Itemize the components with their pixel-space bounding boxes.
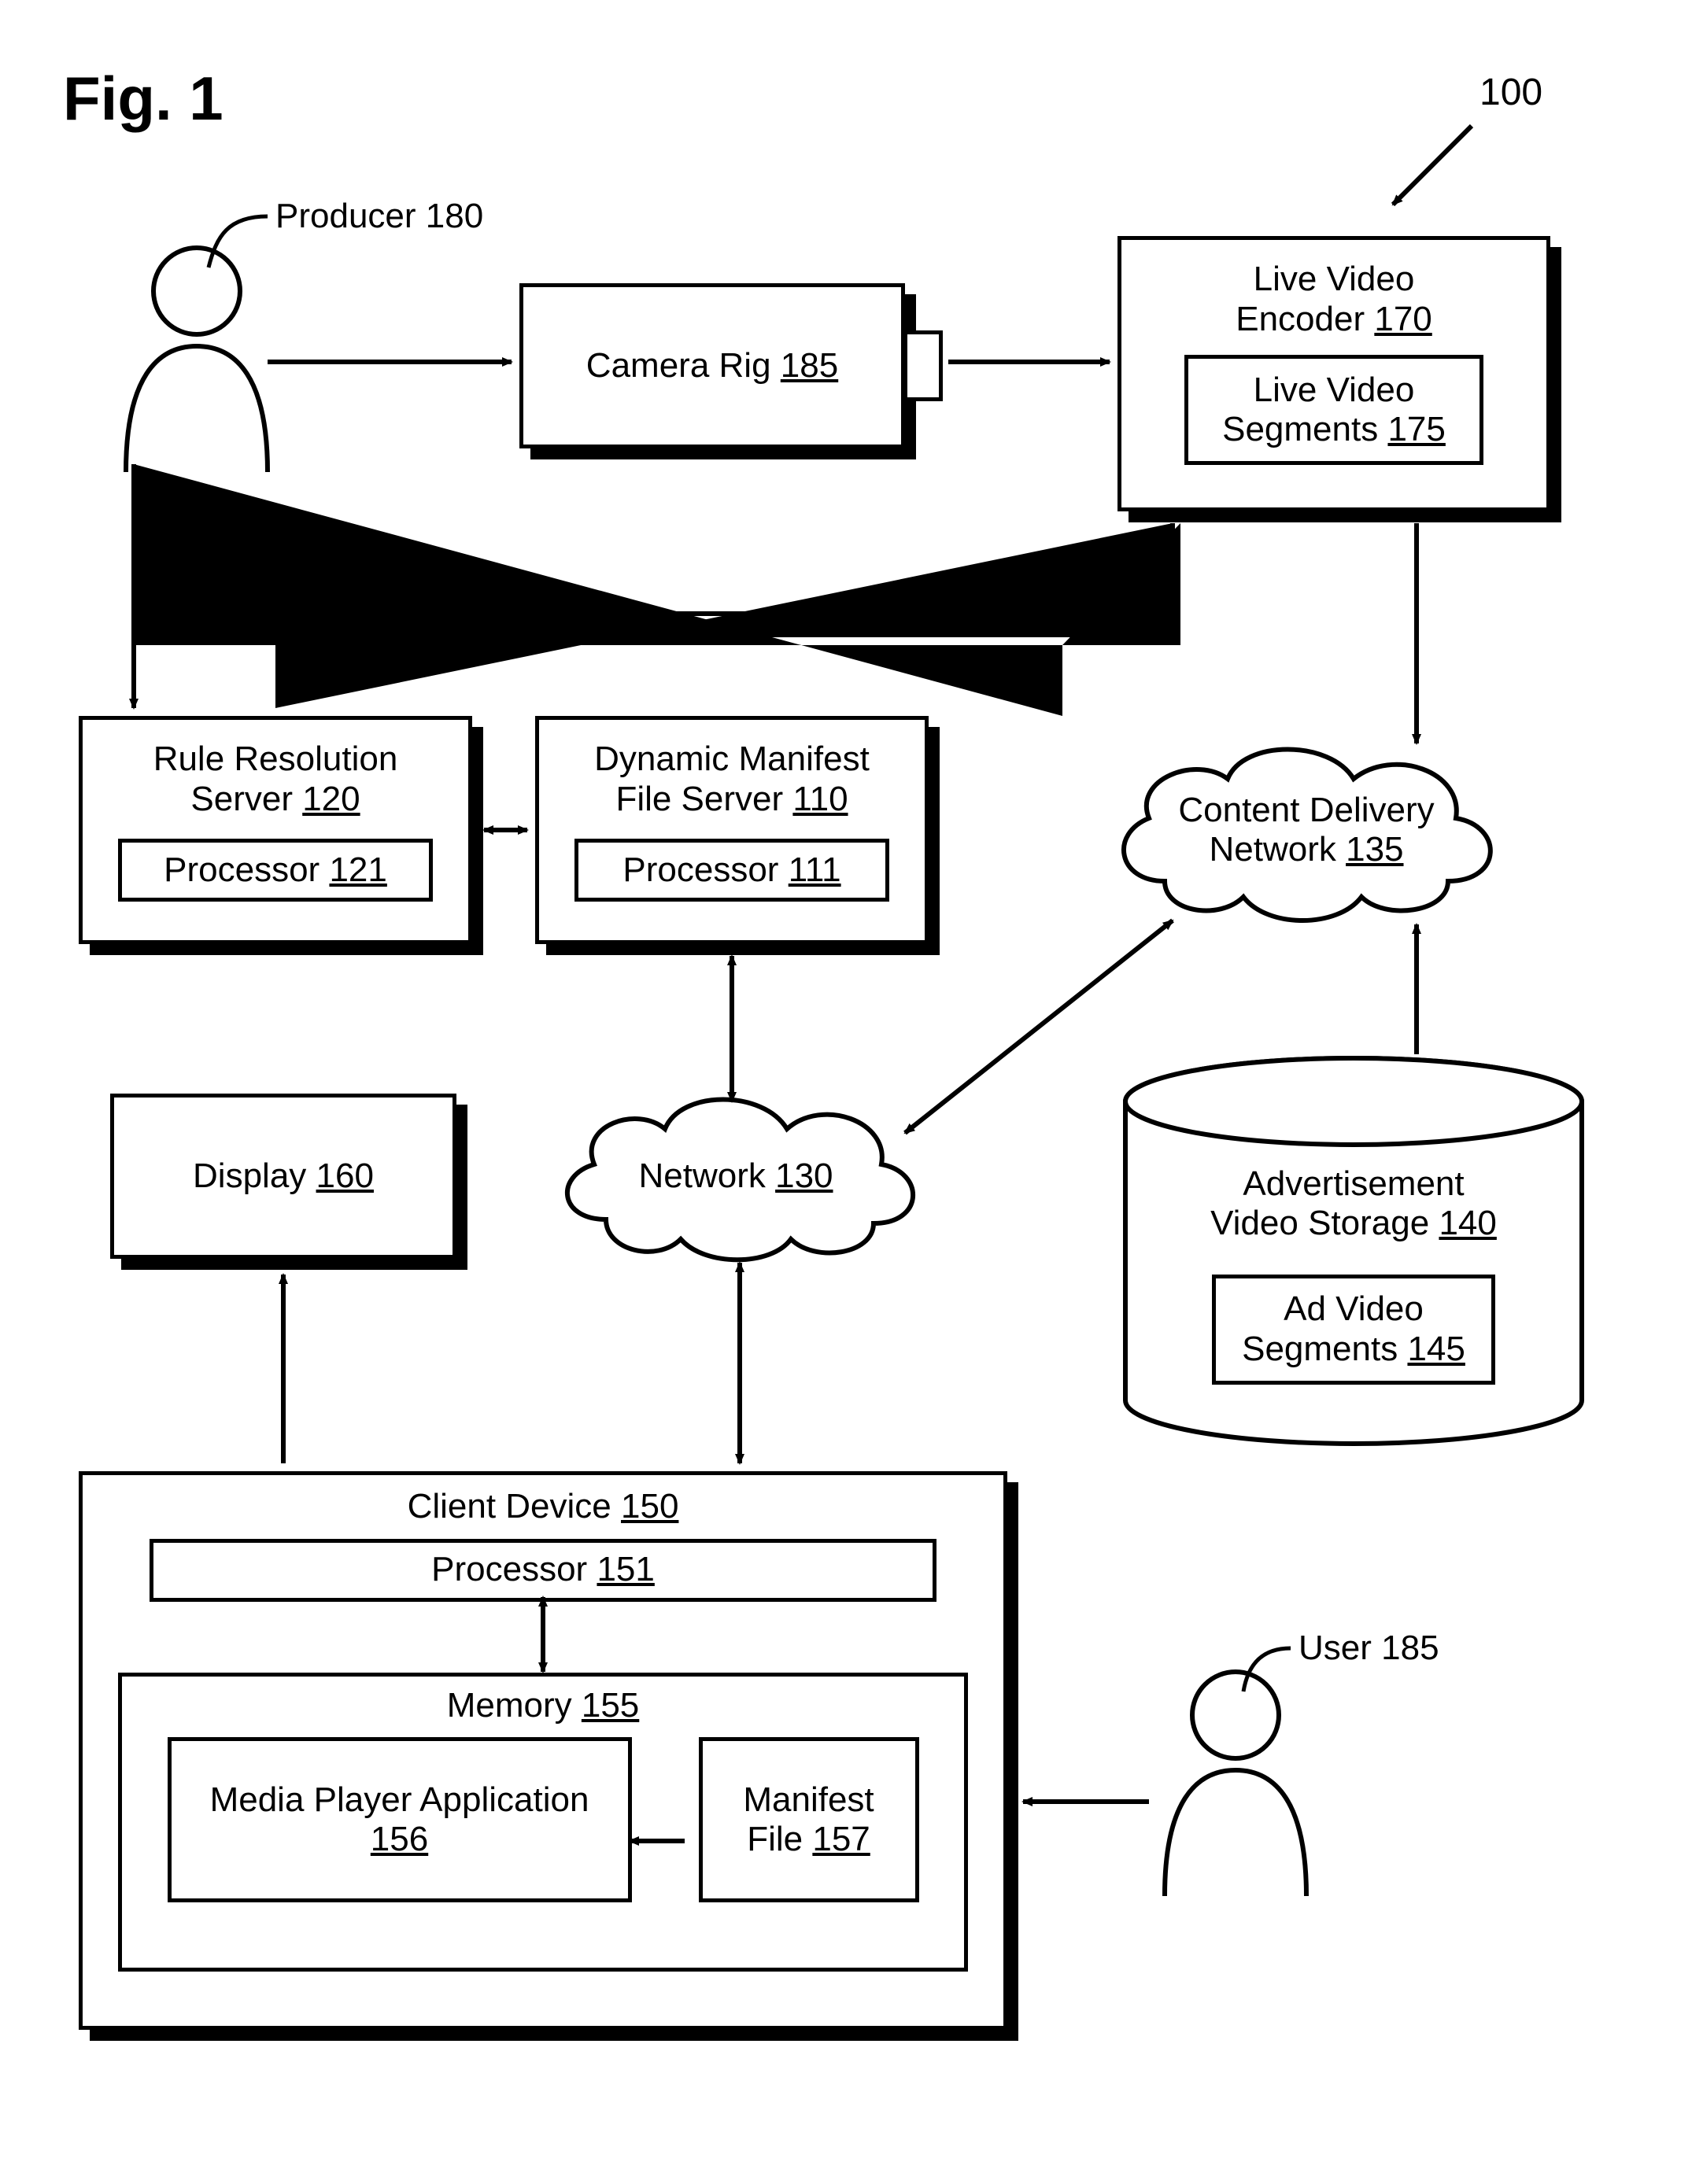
manifest-server-num: 110 xyxy=(792,780,848,818)
ad-storage-num: 140 xyxy=(1439,1204,1496,1242)
display-box: Display 160 xyxy=(110,1094,456,1259)
cdn-cloud: Content Delivery Network 135 xyxy=(1086,724,1527,948)
user-icon xyxy=(1149,1660,1322,1900)
camera-notch xyxy=(903,330,943,401)
ad-label-2: Video Storage xyxy=(1210,1204,1429,1242)
figure-title: Fig. 1 xyxy=(63,63,223,135)
display-num: 160 xyxy=(316,1157,374,1195)
encoder-label-1: Live Video xyxy=(1254,260,1415,298)
ad-segments-box: Ad Video Segments 145 xyxy=(1212,1275,1495,1385)
cdn-label-2: Network xyxy=(1209,830,1335,869)
ad-seg-label-2: Segments xyxy=(1242,1330,1398,1368)
producer-num: 180 xyxy=(426,197,483,235)
network-label-text: Network xyxy=(638,1157,765,1195)
manifest-server-proc-box: Processor 111 xyxy=(574,839,889,902)
encoder-box: Live Video Encoder 170 Live Video Segmen… xyxy=(1117,236,1550,511)
producer-label: Producer 180 xyxy=(275,197,483,236)
mpa-label: Media Player Application xyxy=(210,1780,589,1821)
cdn-label: Content Delivery Network 135 xyxy=(1165,791,1448,869)
memory-box: Memory 155 Media Player Application 156 … xyxy=(118,1673,968,1972)
network-cloud: Network 130 xyxy=(535,1078,944,1278)
encoder-segments-box: Live Video Segments 175 xyxy=(1184,355,1483,465)
rule-server-box: Rule Resolution Server 120 Processor 121 xyxy=(79,716,472,944)
rule-server-label-1: Rule Resolution xyxy=(153,740,398,778)
network-label: Network 130 xyxy=(610,1157,862,1196)
producer-label-text: Producer xyxy=(275,197,416,235)
manifest-server-label-2: File Server xyxy=(615,780,783,818)
mem-label: Memory xyxy=(447,1686,572,1725)
rule-server-label-2: Server xyxy=(190,780,293,818)
user-num: 185 xyxy=(1381,1629,1439,1667)
camera-rig-box: Camera Rig 185 xyxy=(519,283,905,448)
mpa-num: 156 xyxy=(371,1820,428,1860)
client-label: Client Device xyxy=(408,1487,611,1525)
cdn-num: 135 xyxy=(1346,830,1403,869)
ad-storage-label: Advertisement Video Storage 140 xyxy=(1157,1164,1550,1243)
mem-num: 155 xyxy=(582,1686,639,1725)
mf-label-1: Manifest xyxy=(743,1780,874,1821)
camera-label: Camera Rig xyxy=(586,346,771,385)
ad-label-1: Advertisement xyxy=(1243,1164,1464,1203)
rule-proc-num: 121 xyxy=(329,850,386,889)
client-num: 150 xyxy=(621,1487,678,1525)
ref-100: 100 xyxy=(1480,71,1542,114)
client-device-box: Client Device 150 Processor 151 Memory 1… xyxy=(79,1471,1007,2030)
client-proc-label: Processor xyxy=(431,1550,587,1588)
manifest-proc-num: 111 xyxy=(789,850,841,889)
encoder-label-2: Encoder xyxy=(1236,300,1365,338)
rule-proc-label: Processor xyxy=(164,850,320,889)
rule-server-proc-box: Processor 121 xyxy=(118,839,433,902)
encoder-seg-num: 175 xyxy=(1387,410,1445,448)
ad-seg-label-1: Ad Video xyxy=(1284,1289,1424,1330)
mf-num: 157 xyxy=(812,1820,870,1858)
client-proc-num: 151 xyxy=(597,1550,654,1588)
encoder-seg-label-1: Live Video xyxy=(1254,371,1415,411)
rule-server-num: 120 xyxy=(302,780,360,818)
network-num: 130 xyxy=(775,1157,833,1195)
mf-label-2: File xyxy=(747,1820,803,1858)
ad-storage-cylinder: Advertisement Video Storage 140 Ad Video… xyxy=(1110,1054,1598,1459)
ad-seg-num: 145 xyxy=(1407,1330,1465,1368)
manifest-file-box: Manifest File 157 xyxy=(699,1737,919,1902)
manifest-server-label-1: Dynamic Manifest xyxy=(594,740,870,778)
display-label: Display xyxy=(193,1157,306,1195)
manifest-server-box: Dynamic Manifest File Server 110 Process… xyxy=(535,716,929,944)
manifest-proc-label: Processor xyxy=(622,850,778,889)
cdn-label-1: Content Delivery xyxy=(1178,791,1434,829)
camera-num: 185 xyxy=(781,346,838,385)
media-player-box: Media Player Application 156 xyxy=(168,1737,632,1902)
encoder-seg-label-2: Segments xyxy=(1222,410,1378,448)
producer-icon xyxy=(110,236,283,476)
encoder-num: 170 xyxy=(1374,300,1431,338)
client-proc-box: Processor 151 xyxy=(150,1539,936,1602)
